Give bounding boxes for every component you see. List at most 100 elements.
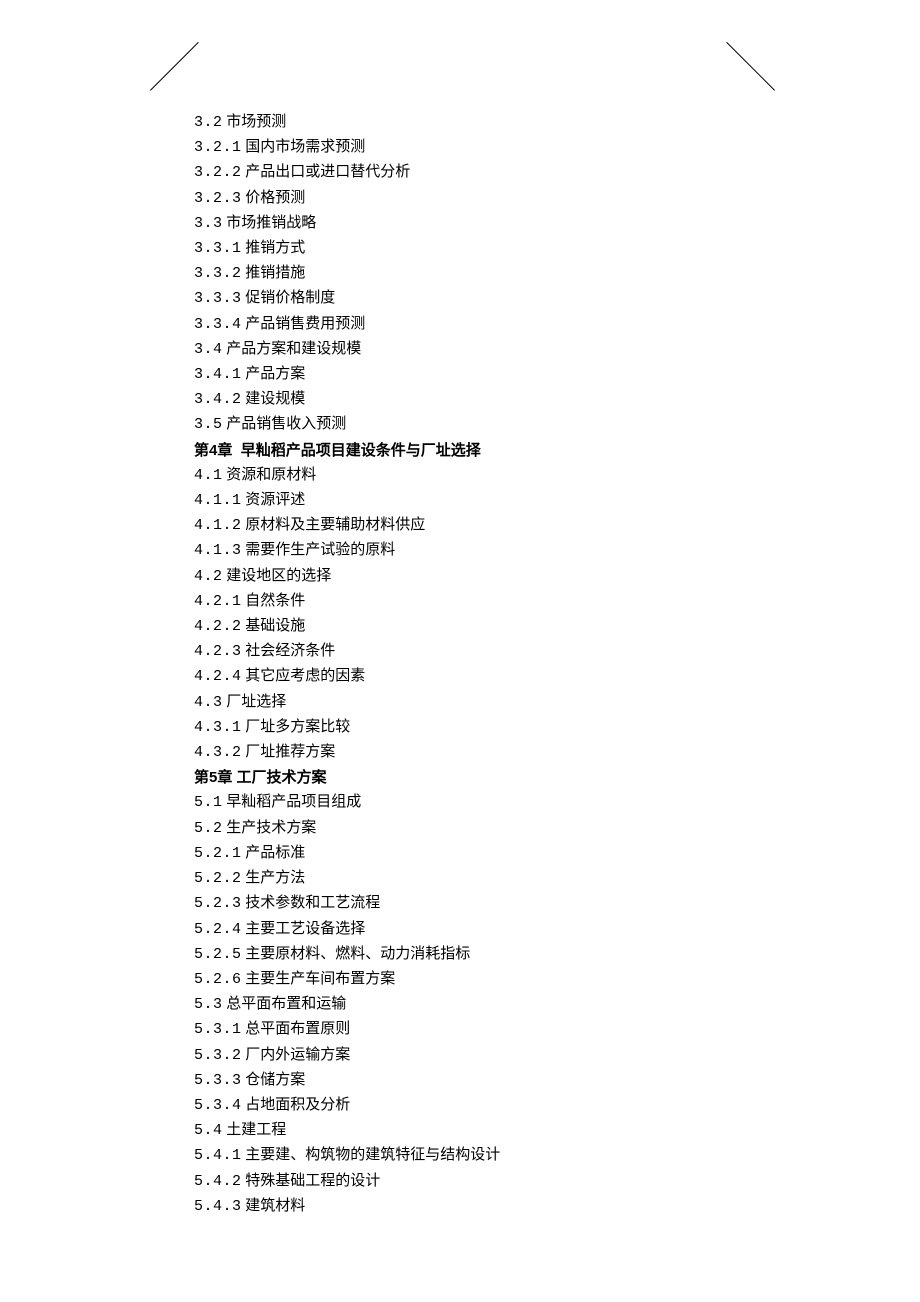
- toc-title: 需要作生产试验的原料: [245, 542, 395, 558]
- toc-title: 产品方案和建设规模: [226, 341, 361, 357]
- toc-entry: 5.2 生产技术方案: [194, 816, 755, 841]
- toc-entry: 4.2 建设地区的选择: [194, 564, 755, 589]
- toc-entry: 3.3.3 促销价格制度: [194, 286, 755, 311]
- toc-number: 4.1.3: [194, 542, 242, 559]
- toc-title: 产品标准: [245, 845, 305, 861]
- toc-entry: 3.3.1 推销方式: [194, 236, 755, 261]
- toc-entry: 5.3 总平面布置和运输: [194, 992, 755, 1017]
- toc-entry: 5.3.4 占地面积及分析: [194, 1093, 755, 1118]
- toc-number: 5.1: [194, 794, 223, 811]
- toc-title: 厂址选择: [226, 694, 286, 710]
- toc-entry: 3.2.1 国内市场需求预测: [194, 135, 755, 160]
- toc-title: 主要建、构筑物的建筑特征与结构设计: [245, 1147, 500, 1163]
- toc-title: 产品销售费用预测: [245, 316, 365, 332]
- toc-title: 产品销售收入预测: [226, 416, 346, 432]
- toc-number: 4.2: [194, 568, 223, 585]
- toc-entry: 3.3.4 产品销售费用预测: [194, 312, 755, 337]
- toc-entry: 3.4.1 产品方案: [194, 362, 755, 387]
- toc-title: 价格预测: [245, 190, 305, 206]
- toc-title: 市场推销战略: [226, 215, 316, 231]
- toc-entry: 4.2.3 社会经济条件: [194, 639, 755, 664]
- toc-entry: 4.1.3 需要作生产试验的原料: [194, 538, 755, 563]
- toc-entry: 4.3 厂址选择: [194, 690, 755, 715]
- toc-entry: 3.4 产品方案和建设规模: [194, 337, 755, 362]
- toc-number: 第4章: [194, 442, 232, 459]
- toc-number: 3.3.2: [194, 265, 242, 282]
- toc-title: 早籼稻产品项目组成: [226, 794, 361, 810]
- toc-number: 3.3.4: [194, 316, 242, 333]
- toc-entry: 5.2.5 主要原材料、燃料、动力消耗指标: [194, 942, 755, 967]
- toc-number: 4.2.4: [194, 668, 242, 685]
- toc-title: 主要生产车间布置方案: [245, 971, 395, 987]
- toc-title: 市场预测: [226, 114, 286, 130]
- toc-title: 产品出口或进口替代分析: [245, 164, 410, 180]
- toc-number: 5.4.2: [194, 1173, 242, 1190]
- toc-number: 5.4: [194, 1122, 223, 1139]
- toc-title: 主要原材料、燃料、动力消耗指标: [245, 946, 470, 962]
- toc-number: 4.3: [194, 694, 223, 711]
- toc-number: 5.2.3: [194, 895, 242, 912]
- toc-entry: 3.4.2 建设规模: [194, 387, 755, 412]
- toc-entry: 5.3.1 总平面布置原则: [194, 1017, 755, 1042]
- toc-number: 3.4.1: [194, 366, 242, 383]
- toc-number: 4.1: [194, 467, 223, 484]
- toc-number: 5.4.3: [194, 1198, 242, 1215]
- toc-title: 基础设施: [245, 618, 305, 634]
- toc-number: 3.3.3: [194, 290, 242, 307]
- toc-number: 5.2: [194, 820, 223, 837]
- toc-title: 促销价格制度: [245, 290, 335, 306]
- toc-entry: 4.1.2 原材料及主要辅助材料供应: [194, 513, 755, 538]
- toc-number: 3.4.2: [194, 391, 242, 408]
- toc-number: 3.2.2: [194, 164, 242, 181]
- toc-title: 主要工艺设备选择: [245, 921, 365, 937]
- toc-number: 5.3.2: [194, 1047, 242, 1064]
- toc-title: 建筑材料: [245, 1198, 305, 1214]
- toc-number: 5.2.5: [194, 946, 242, 963]
- toc-entry: 4.1 资源和原材料: [194, 463, 755, 488]
- toc-entry: 3.3.2 推销措施: [194, 261, 755, 286]
- toc-title: 资源和原材料: [226, 467, 316, 483]
- toc-entry: 5.2.2 生产方法: [194, 866, 755, 891]
- toc-entry: 5.2.3 技术参数和工艺流程: [194, 891, 755, 916]
- toc-entry: 4.2.1 自然条件: [194, 589, 755, 614]
- toc-title: 特殊基础工程的设计: [245, 1173, 380, 1189]
- toc-title: 总平面布置原则: [245, 1021, 350, 1037]
- toc-title: 其它应考虑的因素: [245, 668, 365, 684]
- toc-number: 4.1.1: [194, 492, 242, 509]
- toc-title: 生产方法: [245, 870, 305, 886]
- toc-number: 5.2.6: [194, 971, 242, 988]
- toc-entry: 3.5 产品销售收入预测: [194, 412, 755, 437]
- toc-title: 厂址多方案比较: [245, 719, 350, 735]
- toc-entry: 5.2.1 产品标准: [194, 841, 755, 866]
- toc-number: 5.2.1: [194, 845, 242, 862]
- toc-number: 4.1.2: [194, 517, 242, 534]
- toc-number: 3.4: [194, 341, 223, 358]
- toc-title: 厂址推荐方案: [245, 744, 335, 760]
- corner-top-left: [150, 90, 198, 138]
- toc-title: 占地面积及分析: [245, 1097, 350, 1113]
- toc-number: 3.2: [194, 114, 223, 131]
- toc-entry: 4.3.1 厂址多方案比较: [194, 715, 755, 740]
- toc-entry: 5.3.3 仓储方案: [194, 1068, 755, 1093]
- toc-number: 5.4.1: [194, 1147, 242, 1164]
- toc-title: 技术参数和工艺流程: [245, 895, 380, 911]
- toc-entry: 4.2.2 基础设施: [194, 614, 755, 639]
- toc-entry: 3.2.3 价格预测: [194, 186, 755, 211]
- toc-title: 土建工程: [226, 1122, 286, 1138]
- toc-entry: 4.1.1 资源评述: [194, 488, 755, 513]
- toc-title: 国内市场需求预测: [245, 139, 365, 155]
- toc-number: 5.3.1: [194, 1021, 242, 1038]
- toc-number: 3.2.3: [194, 190, 242, 207]
- toc-number: 3.3: [194, 215, 223, 232]
- toc-number: 4.2.1: [194, 593, 242, 610]
- toc-entry: 5.4.1 主要建、构筑物的建筑特征与结构设计: [194, 1143, 755, 1168]
- toc-title: 原材料及主要辅助材料供应: [245, 517, 425, 533]
- toc-number: 4.2.3: [194, 643, 242, 660]
- toc-title: 建设地区的选择: [226, 568, 331, 584]
- toc-title: 早籼稻产品项目建设条件与厂址选择: [241, 442, 481, 459]
- toc-number: 3.2.1: [194, 139, 242, 156]
- toc-title: 推销方式: [245, 240, 305, 256]
- toc-number: 5.3: [194, 996, 223, 1013]
- toc-title: 推销措施: [245, 265, 305, 281]
- toc-entry: 4.2.4 其它应考虑的因素: [194, 664, 755, 689]
